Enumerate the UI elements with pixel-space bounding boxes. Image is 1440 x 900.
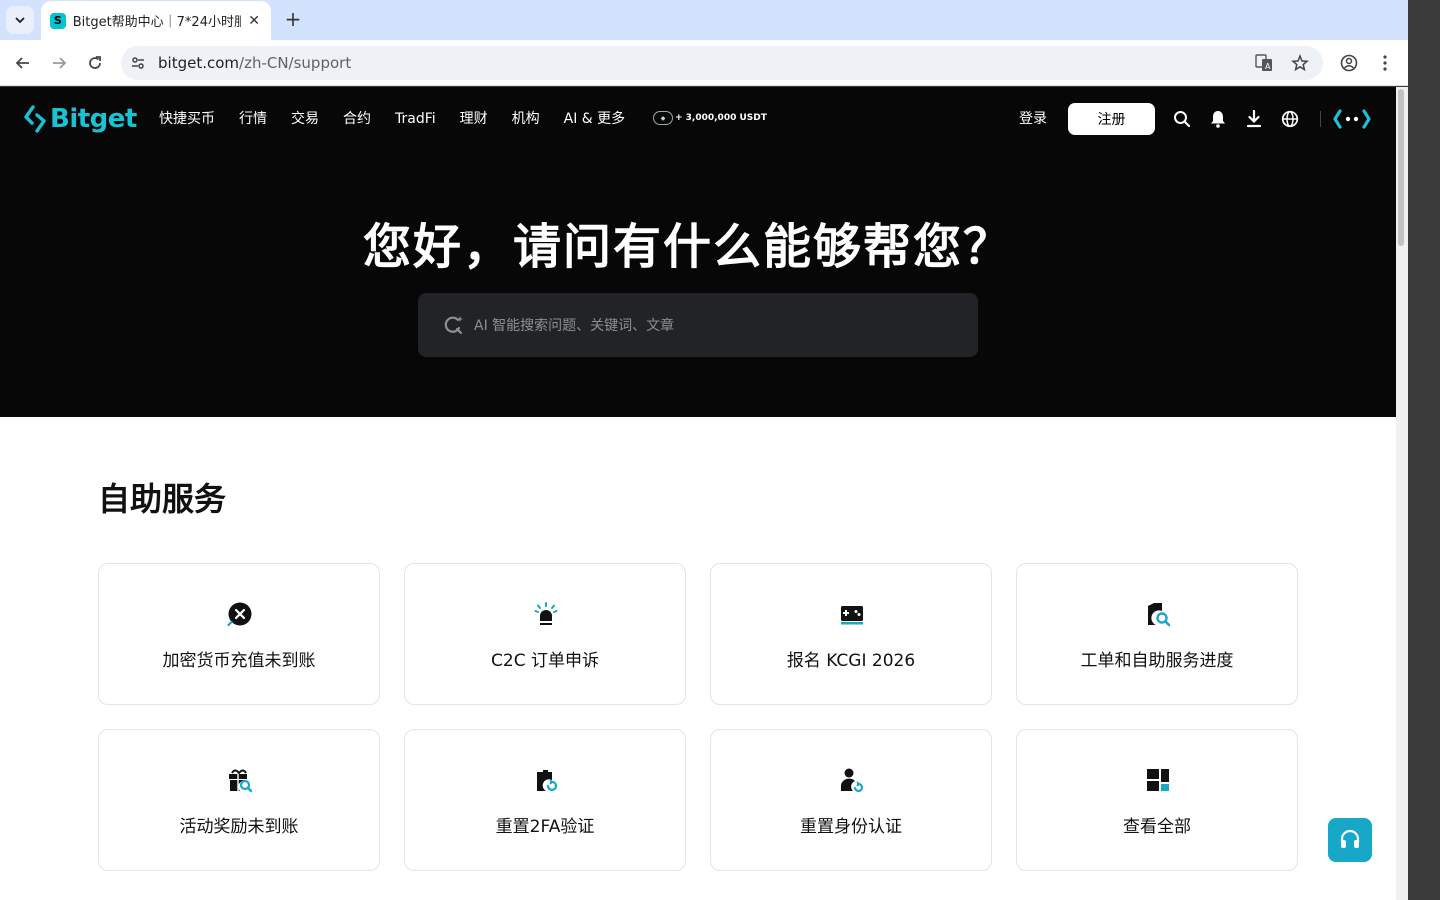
profile-icon[interactable] bbox=[1335, 49, 1363, 77]
page-scrollbar[interactable] bbox=[1396, 87, 1408, 900]
bitget-logo[interactable]: Bitget bbox=[23, 104, 137, 134]
alarm-icon bbox=[534, 602, 558, 625]
page-viewport: Bitget 快捷买币 行情 交易 合约 TradFi 理财 机构 AI & 更… bbox=[0, 87, 1396, 900]
close-icon[interactable]: ✕ bbox=[245, 12, 263, 30]
url-text: bitget.com/zh-CN/support bbox=[158, 54, 352, 72]
logo-text: Bitget bbox=[50, 104, 137, 134]
reset-identity-icon bbox=[840, 768, 864, 793]
card-label: 重置2FA验证 bbox=[495, 817, 595, 837]
download-icon[interactable] bbox=[1244, 109, 1264, 129]
card-label: C2C 订单申诉 bbox=[491, 651, 599, 671]
search-placeholder: AI 智能搜索问题、关键词、文章 bbox=[474, 318, 675, 334]
browser-tab-bar: S Bitget帮助中心｜7*24小时服务 ✕ + bbox=[0, 0, 1408, 40]
menu-item-futures[interactable]: 合约 bbox=[343, 109, 371, 129]
back-button[interactable] bbox=[9, 49, 37, 77]
language-globe-icon[interactable] bbox=[1280, 109, 1300, 129]
card-label: 重置身份认证 bbox=[800, 817, 902, 837]
notification-bell-icon[interactable] bbox=[1208, 109, 1228, 129]
menu-item-quick-buy[interactable]: 快捷买币 bbox=[159, 109, 215, 129]
ticket-search-icon bbox=[1148, 603, 1171, 627]
browser-menu-icon[interactable] bbox=[1371, 49, 1399, 77]
self-service-title: 自助服务 bbox=[98, 480, 227, 518]
card-label: 活动奖励未到账 bbox=[179, 817, 299, 837]
headset-icon bbox=[1340, 829, 1360, 848]
grid-all-icon bbox=[1147, 769, 1169, 791]
card-label: 工单和自助服务进度 bbox=[1080, 651, 1234, 671]
hero-section: Bitget 快捷买币 行情 交易 合约 TradFi 理财 机构 AI & 更… bbox=[0, 87, 1396, 417]
card-label: 查看全部 bbox=[1123, 817, 1191, 837]
main-menu: 快捷买币 行情 交易 合约 TradFi 理财 机构 AI & 更多 bbox=[159, 109, 625, 129]
service-card-reset-2fa[interactable]: 重置2FA验证 bbox=[404, 729, 686, 871]
promo-banner[interactable]: ◆ + 3,000,000 USDT bbox=[653, 111, 767, 125]
service-card-view-all[interactable]: 查看全部 bbox=[1016, 729, 1298, 871]
site-header: Bitget 快捷买币 行情 交易 合约 TradFi 理财 机构 AI & 更… bbox=[0, 87, 1396, 151]
service-card-kcgi-register[interactable]: 报名 KCGI 2026 bbox=[710, 563, 992, 705]
promo-text: + 3,000,000 USDT bbox=[675, 113, 767, 123]
menu-item-ai-more[interactable]: AI & 更多 bbox=[564, 109, 626, 129]
service-card-deposit-missing[interactable]: 加密货币充值未到账 bbox=[98, 563, 380, 705]
chevron-down-icon bbox=[15, 17, 25, 24]
reload-icon bbox=[89, 56, 101, 69]
menu-item-markets[interactable]: 行情 bbox=[239, 109, 267, 129]
game-register-icon bbox=[841, 606, 863, 625]
svg-text:A: A bbox=[1265, 62, 1271, 71]
brand-arrows-icon[interactable] bbox=[1332, 107, 1372, 131]
ai-search-icon bbox=[444, 316, 463, 335]
tab-title: Bitget帮助中心｜7*24小时服务 bbox=[72, 15, 242, 30]
promo-badge-icon: ◆ bbox=[653, 111, 673, 125]
window-edge bbox=[1408, 0, 1440, 900]
service-card-c2c-appeal[interactable]: C2C 订单申诉 bbox=[404, 563, 686, 705]
reload-button[interactable] bbox=[81, 49, 109, 77]
scrollbar-thumb[interactable] bbox=[1398, 89, 1404, 246]
card-label: 报名 KCGI 2026 bbox=[786, 651, 916, 671]
forward-button[interactable] bbox=[45, 49, 73, 77]
menu-item-institutional[interactable]: 机构 bbox=[512, 109, 540, 129]
address-bar[interactable]: bitget.com/zh-CN/support A bbox=[121, 46, 1323, 80]
ai-search-input[interactable]: AI 智能搜索问题、关键词、文章 bbox=[418, 293, 978, 357]
bookmark-star-icon[interactable] bbox=[1287, 50, 1313, 76]
service-card-reset-identity[interactable]: 重置身份认证 bbox=[710, 729, 992, 871]
gift-search-icon bbox=[229, 769, 253, 793]
card-label: 加密货币充值未到账 bbox=[162, 651, 316, 671]
bitget-favicon-icon: S bbox=[50, 12, 66, 29]
nav-divider bbox=[1320, 111, 1321, 127]
new-tab-button[interactable]: + bbox=[281, 7, 305, 31]
translate-icon[interactable]: A bbox=[1251, 50, 1277, 76]
service-card-reward-missing[interactable]: 活动奖励未到账 bbox=[98, 729, 380, 871]
register-button[interactable]: 注册 bbox=[1068, 103, 1155, 135]
arrow-right-icon bbox=[53, 57, 67, 69]
customer-support-button[interactable] bbox=[1328, 818, 1372, 862]
hero-title: 您好，请问有什么能够帮您？ bbox=[362, 219, 1013, 275]
menu-item-earn[interactable]: 理财 bbox=[460, 109, 488, 129]
site-info-icon[interactable] bbox=[125, 50, 151, 76]
search-icon[interactable] bbox=[1172, 109, 1192, 129]
reset-2fa-icon bbox=[537, 770, 558, 791]
tab-list-button[interactable] bbox=[6, 6, 34, 34]
browser-tab[interactable]: S Bitget帮助中心｜7*24小时服务 ✕ bbox=[41, 1, 271, 40]
bitget-logo-icon bbox=[24, 105, 46, 133]
browser-toolbar: bitget.com/zh-CN/support A bbox=[0, 40, 1408, 86]
menu-item-trade[interactable]: 交易 bbox=[291, 109, 319, 129]
login-link[interactable]: 登录 bbox=[1019, 109, 1047, 129]
arrow-left-icon bbox=[15, 57, 29, 69]
menu-item-tradfi[interactable]: TradFi bbox=[395, 109, 436, 129]
service-card-ticket-progress[interactable]: 工单和自助服务进度 bbox=[1016, 563, 1298, 705]
deposit-missing-icon bbox=[227, 602, 252, 627]
